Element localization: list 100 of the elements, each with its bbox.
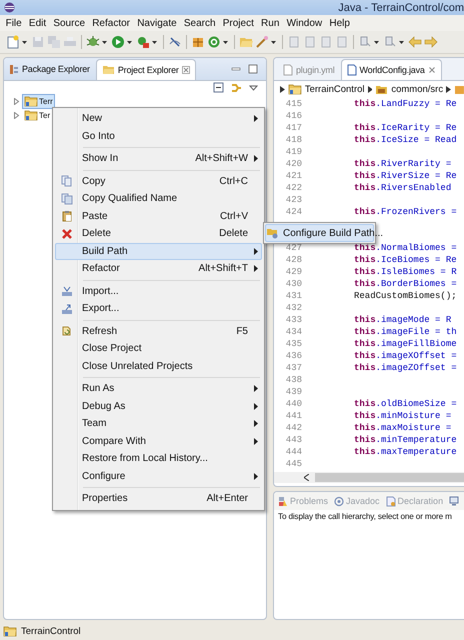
menu-item[interactable]: Debug As: [78, 400, 251, 412]
code-line: this.RiverRarity =: [354, 159, 452, 169]
menu-item[interactable]: Refactor: [88, 18, 134, 28]
close-icon[interactable]: [428, 66, 436, 74]
menu-item[interactable]: Configure: [78, 470, 251, 482]
tree-item[interactable]: Terr: [22, 94, 55, 108]
menu-item[interactable]: Delete: [78, 228, 220, 240]
menu-item[interactable]: Help: [326, 18, 354, 28]
menu-item[interactable]: Configure Build Path...: [279, 228, 384, 238]
dropdown-caret-icon[interactable]: [22, 40, 27, 44]
code-line: this.imageFillBiome: [354, 339, 457, 349]
breadcrumb-item[interactable]: TerrainControl: [304, 84, 365, 94]
dropdown-caret-icon[interactable]: [271, 40, 276, 44]
menu-item[interactable]: New: [78, 113, 251, 124]
menu-item[interactable]: Paste: [78, 210, 220, 222]
copy-icon: [61, 175, 73, 188]
package-icon[interactable]: [191, 35, 205, 49]
copy-name-icon: [61, 192, 73, 205]
horizontal-scrollbar[interactable]: [274, 472, 464, 483]
maximize-icon[interactable]: [248, 64, 258, 74]
breadcrumb-item[interactable]: common/src: [391, 84, 444, 94]
monitor-icon[interactable]: [449, 496, 460, 506]
menu-item[interactable]: Show In: [78, 153, 196, 164]
tree-item[interactable]: Ter: [22, 108, 52, 122]
menu-item[interactable]: File: [2, 18, 26, 28]
dropdown-caret-icon[interactable]: [152, 40, 157, 44]
shortcut-text: Ctrl+C: [219, 176, 249, 187]
forward-arrow-icon[interactable]: [424, 35, 438, 49]
breadcrumb-arrow-icon: [280, 86, 285, 92]
problems-icon: [278, 496, 288, 506]
editor-tab[interactable]: WorldConfig.java: [340, 59, 442, 80]
dropdown-caret-icon[interactable]: [223, 40, 228, 44]
menu-item[interactable]: Copy: [78, 176, 220, 187]
line-number: 418: [284, 135, 303, 145]
link-icon[interactable]: [230, 82, 243, 94]
shortcut-text: Ctrl+V: [220, 210, 249, 222]
menu-item[interactable]: Restore from Local History...: [78, 453, 251, 464]
menu-item[interactable]: Compare With: [78, 436, 251, 447]
project-folder-icon: [288, 83, 302, 95]
dropdown-caret-icon[interactable]: [127, 40, 132, 44]
menu-item[interactable]: Run As: [78, 383, 251, 394]
shortcut-text: Alt+Shift+T: [198, 263, 249, 274]
refresh-icon: [61, 325, 73, 338]
line-number: 428: [284, 255, 303, 265]
menu-item[interactable]: Properties: [78, 493, 207, 504]
menu-item[interactable]: Copy Qualified Name: [78, 193, 251, 204]
line-number: 438: [284, 375, 303, 385]
app-icon: [4, 2, 15, 13]
project-folder-icon: [24, 109, 38, 121]
menu-item[interactable]: Source: [50, 18, 89, 28]
line-number: 439: [284, 387, 303, 397]
code-line: this.IceBiomes = Re: [354, 255, 457, 265]
expand-arrow-icon[interactable]: [13, 112, 20, 118]
menu-item[interactable]: Project: [219, 18, 258, 28]
external-tool-icon[interactable]: [136, 35, 150, 49]
line-number: 430: [284, 279, 303, 289]
expand-arrow-icon[interactable]: [13, 98, 20, 104]
line-number: 445: [284, 459, 303, 469]
view-tab[interactable]: Project Explorer: [96, 58, 196, 80]
menu-item[interactable]: Window: [282, 18, 326, 28]
menu-item[interactable]: Edit: [25, 18, 50, 28]
breadcrumb-arrow-icon: [446, 86, 452, 92]
menu-item[interactable]: Refactor: [78, 263, 199, 274]
file-icon: [283, 64, 293, 76]
line-number: 444: [284, 447, 303, 457]
menu-item[interactable]: Export...: [78, 303, 251, 314]
menu-item[interactable]: Search: [180, 18, 220, 28]
paste-icon: [61, 210, 73, 222]
line-number: 420: [284, 159, 303, 169]
menu-item[interactable]: Go Into: [78, 130, 251, 142]
status-text: TerrainControl: [21, 626, 81, 636]
dropdown-caret-icon[interactable]: [399, 40, 404, 44]
menu-item[interactable]: Team: [78, 418, 251, 430]
package-icon: [454, 84, 464, 94]
run-icon[interactable]: [111, 35, 125, 49]
collapse-all-icon[interactable]: [213, 82, 224, 93]
dropdown-caret-icon[interactable]: [374, 40, 379, 44]
line-number: 419: [284, 147, 303, 157]
menu-item[interactable]: Import...: [78, 286, 251, 297]
hint-text: To display the call hierarchy, select one or more m: [277, 511, 453, 523]
line-number: 437: [284, 363, 303, 373]
menu-item[interactable]: Navigate: [134, 18, 180, 28]
menu-item[interactable]: Refresh: [78, 326, 236, 337]
window-title: Java - TerrainControl/com: [338, 2, 464, 14]
menu-item[interactable]: Run: [257, 18, 283, 28]
dropdown-caret-icon[interactable]: [102, 40, 107, 44]
scroll-left-icon[interactable]: [304, 474, 309, 481]
code-line: this.RiverSize = Re: [354, 171, 457, 181]
code-line: this.NormalBiomes =: [354, 243, 457, 253]
close-icon[interactable]: [182, 66, 190, 74]
export-icon: [61, 302, 73, 315]
view-tab[interactable]: Package Explorer: [4, 59, 95, 79]
folder-icon: [102, 64, 115, 75]
shortcut-text: F5: [236, 326, 249, 337]
menu-item[interactable]: Close Unrelated Projects: [78, 360, 251, 372]
bug-icon[interactable]: [86, 35, 100, 49]
line-number: 431: [284, 291, 303, 301]
menu-item[interactable]: Close Project: [78, 343, 251, 354]
code-line: this.RiversEnabled: [354, 183, 452, 193]
view-menu-icon[interactable]: [249, 84, 258, 90]
